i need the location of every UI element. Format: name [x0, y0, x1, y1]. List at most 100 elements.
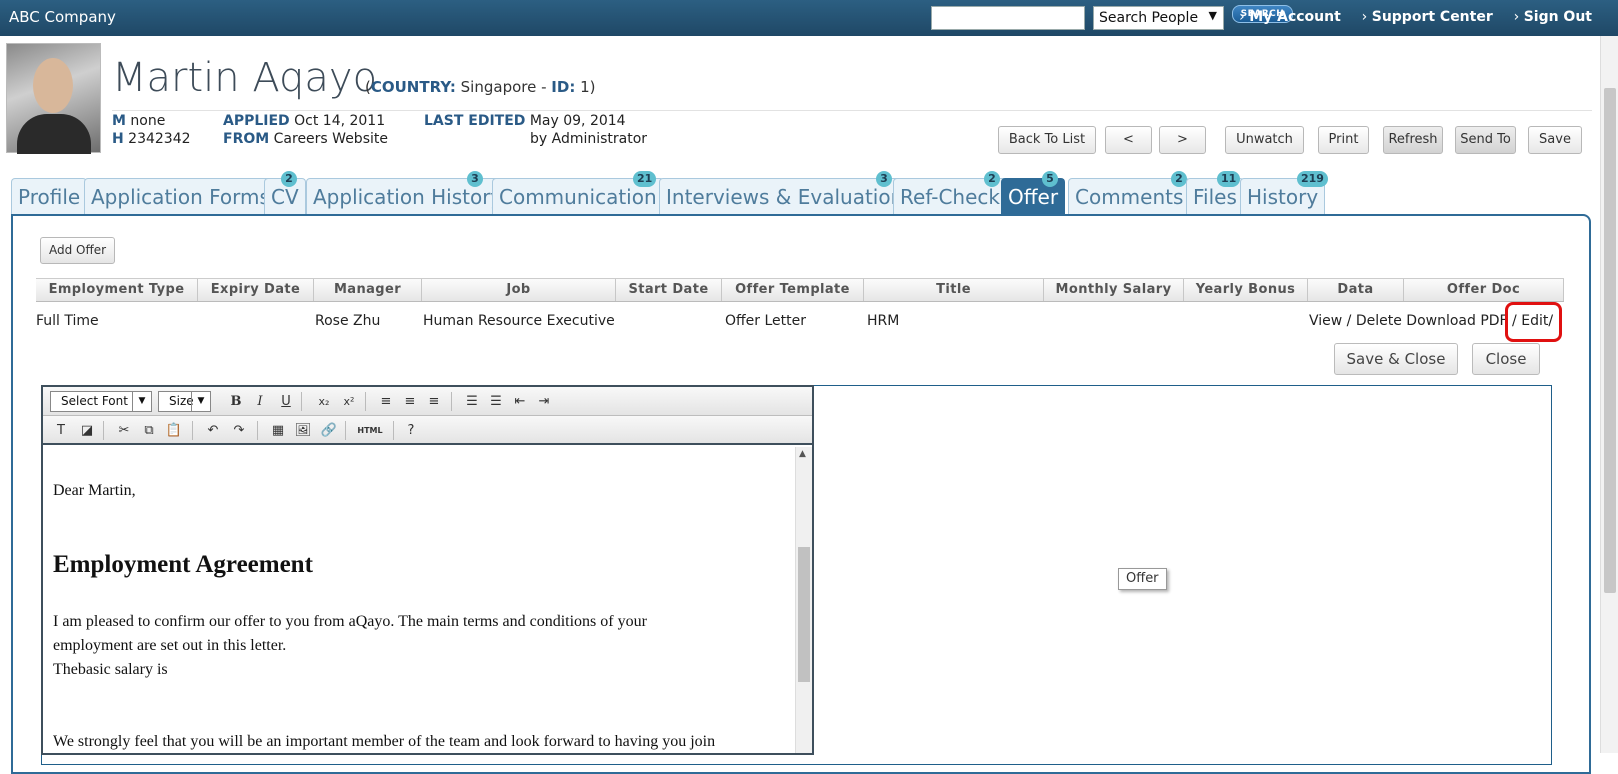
tab-application-history[interactable]: Application History 3 — [306, 171, 510, 214]
cut-icon[interactable]: ✂ — [114, 421, 134, 440]
bullet-list-icon[interactable]: ☰ — [462, 392, 482, 411]
col-manager[interactable]: Manager — [314, 279, 422, 301]
send-to-button[interactable]: Send To — [1455, 126, 1516, 154]
letter-salutation: Dear Martin, — [53, 482, 136, 499]
my-account-link[interactable]: My Account — [1239, 9, 1341, 25]
page-scrollbar-thumb[interactable] — [1604, 88, 1616, 593]
image-icon[interactable]: 🖼 — [293, 421, 313, 440]
letter-para1-line2: employment are set out in this letter. — [53, 637, 287, 654]
help-icon[interactable]: ? — [401, 421, 421, 440]
tab-label: Communication — [499, 185, 657, 209]
toolbar-separator — [393, 421, 394, 440]
text-color-icon[interactable]: T — [51, 421, 71, 440]
col-yearly-bonus[interactable]: Yearly Bonus — [1184, 279, 1308, 301]
tab-label: Profile — [18, 185, 81, 209]
col-employment-type[interactable]: Employment Type — [36, 279, 198, 301]
tab-files[interactable]: Files 11 — [1186, 171, 1244, 214]
save-button[interactable]: Save — [1528, 126, 1582, 154]
tab-communication[interactable]: Communication 21 — [492, 171, 664, 214]
superscript-icon[interactable]: x² — [339, 392, 359, 411]
edit-highlight-box — [1505, 302, 1562, 342]
candidate-country-id: (COUNTRY: Singapore - ID: 1) — [365, 78, 596, 96]
candidate-photo — [6, 43, 101, 154]
print-button[interactable]: Print — [1318, 126, 1369, 154]
top-links: My Account Support Center Sign Out — [1223, 9, 1592, 25]
applied-info: APPLIED Oct 14, 2011 — [223, 113, 385, 129]
tab-label: Interviews & Evaluations — [666, 185, 914, 209]
numbered-list-icon[interactable]: ☰ — [486, 392, 506, 411]
toolbar-separator — [192, 421, 193, 440]
italic-icon[interactable]: I — [250, 392, 270, 411]
tab-comments[interactable]: Comments 2 — [1068, 171, 1191, 214]
prev-button[interactable]: < — [1105, 126, 1152, 154]
table-icon[interactable]: ▦ — [268, 421, 288, 440]
align-center-icon[interactable]: ≡ — [400, 392, 420, 411]
tab-label: Application Forms — [91, 185, 270, 209]
tab-application-forms[interactable]: Application Forms — [84, 178, 277, 214]
redo-icon[interactable]: ↷ — [229, 421, 249, 440]
toolbar-separator — [345, 421, 346, 440]
editor-scrollbar[interactable]: ▲ — [795, 447, 812, 753]
col-offer-template[interactable]: Offer Template — [722, 279, 864, 301]
tab-history[interactable]: History 219 — [1240, 171, 1328, 214]
add-offer-button[interactable]: Add Offer — [40, 237, 115, 264]
top-search-input[interactable] — [931, 6, 1085, 30]
font-select[interactable]: Select Font ▼ — [50, 391, 152, 412]
underline-icon[interactable]: U — [276, 392, 296, 411]
chevron-down-icon: ▼ — [132, 392, 151, 411]
bold-icon[interactable]: B — [226, 392, 246, 411]
subscript-icon[interactable]: x₂ — [314, 392, 334, 411]
cell-employment-type: Full Time — [36, 313, 99, 329]
html-source-icon[interactable]: HTML — [354, 421, 386, 440]
size-select[interactable]: Size ▼ — [158, 391, 211, 412]
paste-icon[interactable]: 📋 — [164, 421, 184, 440]
indent-icon[interactable]: ⇥ — [534, 392, 554, 411]
col-offer-doc[interactable]: Offer Doc — [1404, 279, 1564, 301]
offer-grid-header: Employment Type Expiry Date Manager Job … — [36, 278, 1564, 302]
cell-title: HRM — [867, 313, 900, 329]
country-value: Singapore — [460, 78, 537, 96]
highlight-color-icon[interactable]: ◪ — [77, 421, 97, 440]
col-monthly-salary[interactable]: Monthly Salary — [1044, 279, 1184, 301]
support-center-link[interactable]: Support Center — [1362, 9, 1493, 25]
search-type-select[interactable]: Search People ▼ — [1093, 6, 1224, 30]
letter-para1-line1: I am pleased to confirm our offer to you… — [53, 613, 647, 630]
from-info: FROM Careers Website — [223, 131, 388, 147]
align-right-icon[interactable]: ≡ — [424, 392, 444, 411]
refresh-button[interactable]: Refresh — [1383, 126, 1443, 154]
undo-icon[interactable]: ↶ — [203, 421, 223, 440]
tab-offer[interactable]: Offer 5 — [1001, 171, 1066, 214]
home-label: H — [112, 131, 124, 147]
tab-badge: 11 — [1217, 171, 1241, 187]
photo-head — [33, 58, 73, 113]
unwatch-button[interactable]: Unwatch — [1225, 126, 1304, 154]
close-button[interactable]: Close — [1472, 343, 1540, 375]
tab-ref-check[interactable]: Ref-Check 2 — [893, 171, 1007, 214]
link-icon[interactable]: 🔗 — [319, 421, 339, 440]
align-left-icon[interactable]: ≡ — [376, 392, 396, 411]
next-button[interactable]: > — [1159, 126, 1206, 154]
home-value: 2342342 — [128, 131, 191, 147]
copy-icon[interactable]: ⧉ — [139, 421, 159, 440]
editor-content[interactable]: Dear Martin, Employment Agreement I am p… — [43, 447, 793, 753]
back-to-list-button[interactable]: Back To List — [998, 126, 1096, 154]
country-label: COUNTRY: — [370, 78, 456, 96]
editor-scrollbar-thumb[interactable] — [798, 547, 810, 682]
col-job[interactable]: Job — [422, 279, 616, 301]
sign-out-link[interactable]: Sign Out — [1514, 9, 1592, 25]
col-title[interactable]: Title — [864, 279, 1044, 301]
col-start-date[interactable]: Start Date — [616, 279, 722, 301]
brand-name[interactable]: ABC Company — [9, 8, 116, 26]
save-close-button[interactable]: Save & Close — [1334, 343, 1458, 375]
col-expiry-date[interactable]: Expiry Date — [198, 279, 314, 301]
tab-cv[interactable]: CV 2 — [264, 171, 306, 214]
col-data[interactable]: Data — [1308, 279, 1404, 301]
id-label: ID: — [551, 78, 576, 96]
photo-body — [17, 114, 91, 154]
page-scrollbar[interactable] — [1600, 36, 1618, 753]
tab-interviews-evaluations[interactable]: Interviews & Evaluations 3 — [659, 171, 921, 214]
outdent-icon[interactable]: ⇤ — [510, 392, 530, 411]
tab-profile[interactable]: Profile — [11, 178, 88, 214]
scroll-up-icon[interactable]: ▲ — [799, 449, 806, 459]
tab-badge: 219 — [1297, 171, 1328, 187]
